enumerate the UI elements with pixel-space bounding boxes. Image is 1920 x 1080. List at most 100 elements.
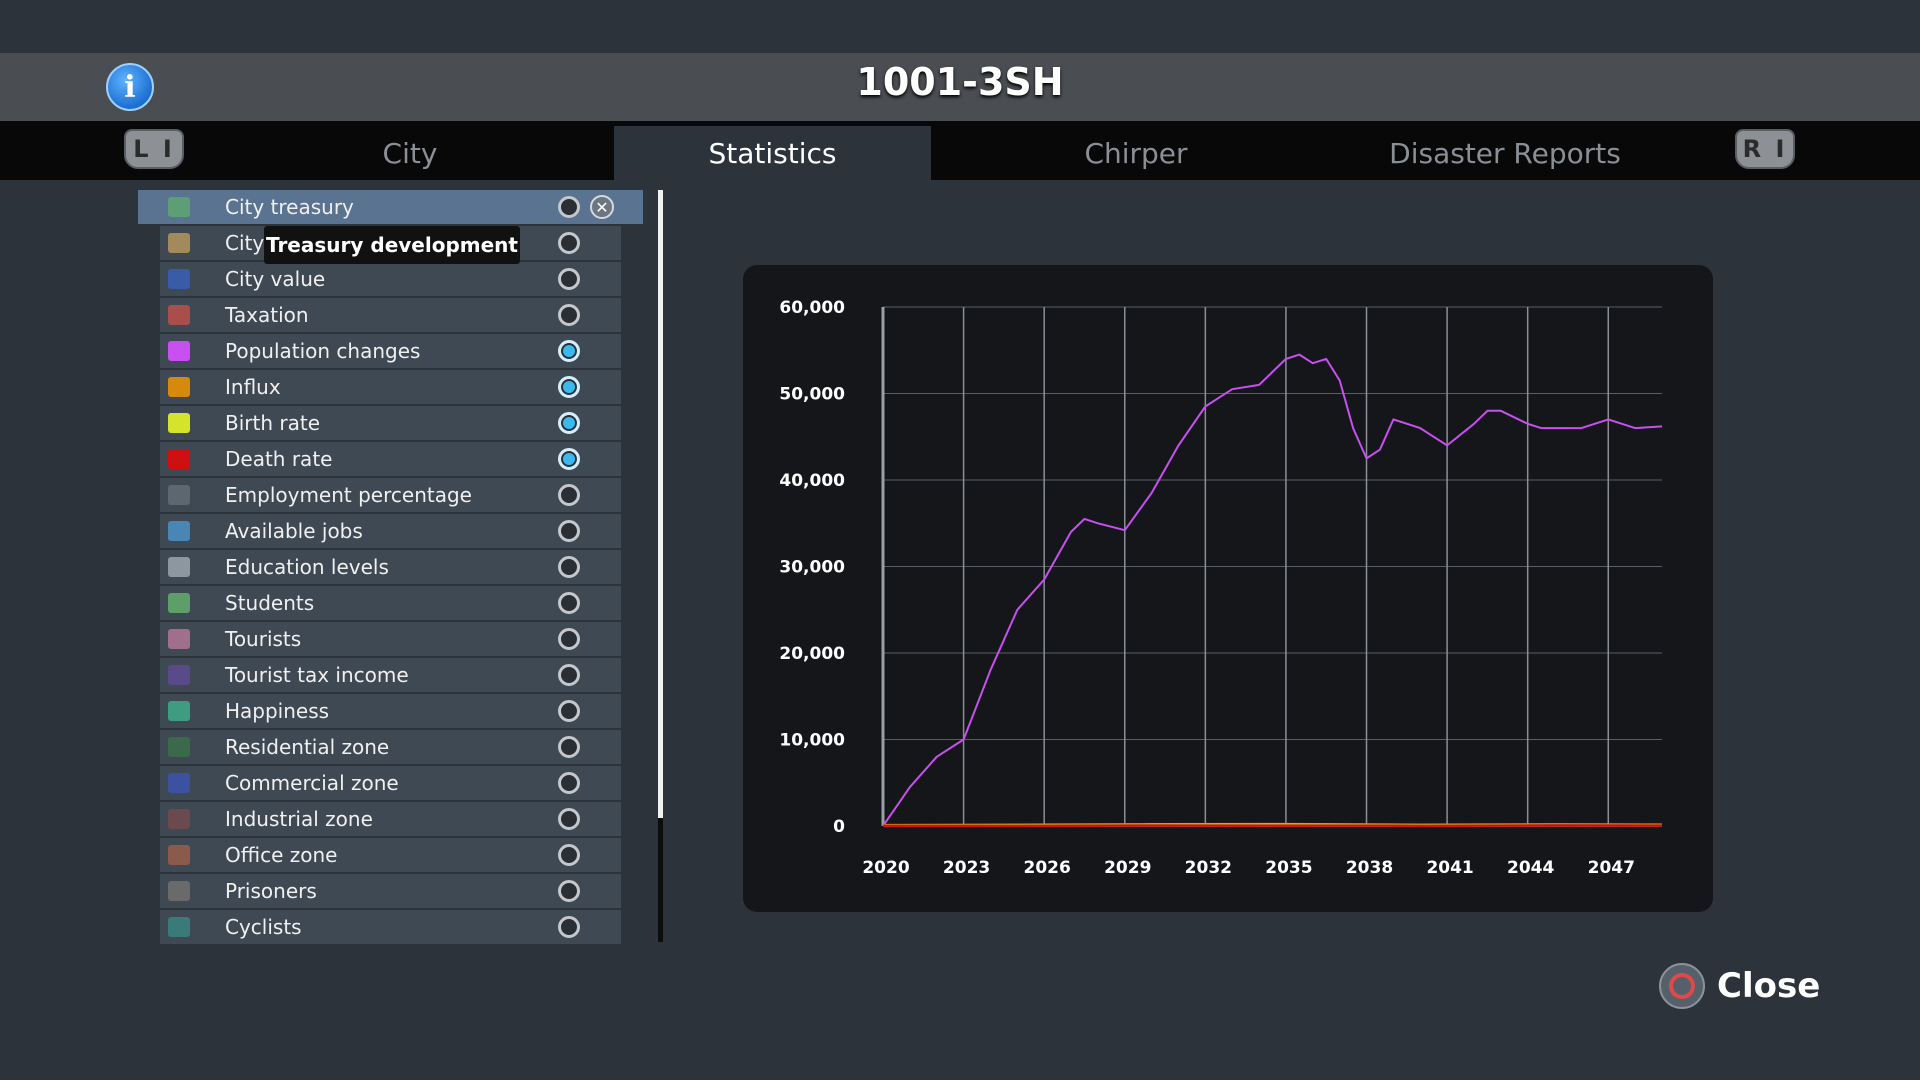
list-item-label: Commercial zone — [225, 771, 399, 795]
list-item[interactable]: Birth rate — [160, 406, 621, 440]
y-tick-label: 40,000 — [779, 471, 845, 491]
list-item-label: Cyclists — [225, 915, 302, 939]
list-item[interactable]: Prisoners — [160, 874, 621, 908]
list-item-label: City value — [225, 267, 326, 291]
color-swatch — [168, 269, 190, 289]
toggle-radio[interactable] — [558, 880, 580, 902]
list-item[interactable]: City value — [160, 262, 621, 296]
list-item-label: City — [225, 231, 265, 255]
list-item[interactable]: Employment percentage — [160, 478, 621, 512]
tab-city[interactable]: City — [290, 126, 530, 180]
list-item[interactable]: Office zone — [160, 838, 621, 872]
toggle-radio[interactable] — [558, 628, 580, 650]
list-item-label: Influx — [225, 375, 281, 399]
tab-disaster-reports[interactable]: Disaster Reports — [1340, 126, 1670, 180]
color-swatch — [168, 521, 190, 541]
color-swatch — [168, 845, 190, 865]
list-item[interactable]: Commercial zone — [160, 766, 621, 800]
list-item-label: Population changes — [225, 339, 421, 363]
color-swatch — [168, 557, 190, 577]
toggle-radio[interactable] — [558, 916, 580, 938]
y-tick-label: 30,000 — [779, 558, 845, 578]
list-item-label: Available jobs — [225, 519, 363, 543]
list-item-label: Education levels — [225, 555, 389, 579]
toggle-radio[interactable] — [558, 592, 580, 614]
list-item-label: Tourists — [225, 627, 302, 651]
color-swatch — [168, 413, 190, 433]
x-tick-label: 2032 — [1185, 858, 1232, 878]
toggle-radio[interactable] — [558, 196, 580, 218]
list-item-label: Taxation — [225, 303, 309, 327]
y-tick-label: 20,000 — [779, 644, 845, 664]
toggle-radio[interactable] — [558, 340, 580, 362]
toggle-radio[interactable] — [558, 376, 580, 398]
color-swatch — [168, 593, 190, 613]
toggle-radio[interactable] — [558, 268, 580, 290]
close-button[interactable]: Close — [1659, 960, 1820, 1012]
x-tick-label: 2023 — [943, 858, 990, 878]
toggle-radio[interactable] — [558, 772, 580, 794]
list-item-label: Residential zone — [225, 735, 390, 759]
list-item[interactable]: City treasury ✕ — [138, 190, 643, 224]
list-item[interactable]: Education levels — [160, 550, 621, 584]
list-item-label: Birth rate — [225, 411, 320, 435]
list-item[interactable]: Tourist tax income — [160, 658, 621, 692]
list-item[interactable]: Taxation — [160, 298, 621, 332]
list-item[interactable]: Residential zone — [160, 730, 621, 764]
toggle-radio[interactable] — [558, 448, 580, 470]
y-tick-label: 10,000 — [779, 731, 845, 751]
list-item[interactable]: Cyclists — [160, 910, 621, 944]
list-item[interactable]: Happiness — [160, 694, 621, 728]
close-label: Close — [1717, 966, 1821, 1006]
x-tick-label: 2041 — [1426, 858, 1473, 878]
toggle-radio[interactable] — [558, 412, 580, 434]
color-swatch — [168, 881, 190, 901]
color-swatch — [168, 449, 190, 469]
list-item-label: Happiness — [225, 699, 330, 723]
toggle-radio[interactable] — [558, 520, 580, 542]
x-tick-label: 2020 — [862, 858, 909, 878]
list-item[interactable]: Population changes — [160, 334, 621, 368]
list-item[interactable]: Death rate — [160, 442, 621, 476]
list-item[interactable]: Students — [160, 586, 621, 620]
toggle-radio[interactable] — [558, 556, 580, 578]
color-swatch — [168, 197, 190, 217]
y-tick-label: 50,000 — [779, 385, 845, 405]
list-item[interactable]: Influx — [160, 370, 621, 404]
x-tick-label: 2026 — [1024, 858, 1071, 878]
x-tick-label: 2047 — [1588, 858, 1635, 878]
list-item-label: Death rate — [225, 447, 333, 471]
toggle-radio[interactable] — [558, 484, 580, 506]
color-swatch — [168, 917, 190, 937]
list-item-label: Employment percentage — [225, 483, 472, 507]
toggle-radio[interactable] — [558, 808, 580, 830]
scrollbar-thumb[interactable] — [658, 190, 663, 818]
toggle-radio[interactable] — [558, 232, 580, 254]
x-tick-label: 2029 — [1104, 858, 1151, 878]
tab-chirper[interactable]: Chirper — [1016, 126, 1256, 180]
color-swatch — [168, 737, 190, 757]
toggle-radio[interactable] — [558, 844, 580, 866]
color-swatch — [168, 701, 190, 721]
tab-statistics[interactable]: Statistics — [614, 126, 931, 180]
list-item-label: Prisoners — [225, 879, 317, 903]
left-shoulder-button-icon[interactable]: L I — [124, 129, 184, 169]
toggle-radio[interactable] — [558, 304, 580, 326]
toggle-radio[interactable] — [558, 664, 580, 686]
page-title: 1001-3SH — [856, 60, 1064, 104]
color-swatch — [168, 809, 190, 829]
y-tick-label: 60,000 — [779, 298, 845, 318]
toggle-radio[interactable] — [558, 736, 580, 758]
list-item[interactable]: Available jobs — [160, 514, 621, 548]
list-item-label: Students — [225, 591, 315, 615]
toggle-radio[interactable] — [558, 700, 580, 722]
statistics-list: City treasury ✕ City City value Taxation Popu… — [138, 190, 643, 946]
y-tick-label: 0 — [833, 817, 845, 837]
list-item[interactable]: Industrial zone — [160, 802, 621, 836]
clear-icon[interactable]: ✕ — [590, 195, 614, 219]
color-swatch — [168, 377, 190, 397]
tooltip: Treasury development — [264, 226, 520, 264]
right-shoulder-button-icon[interactable]: R I — [1735, 129, 1795, 169]
list-item[interactable]: Tourists — [160, 622, 621, 656]
color-swatch — [168, 629, 190, 649]
